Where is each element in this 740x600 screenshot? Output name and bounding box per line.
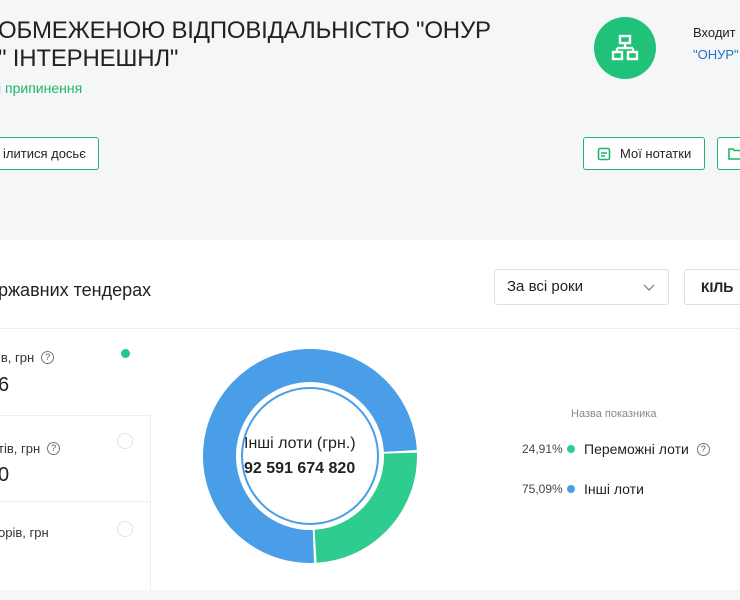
legend-item-won[interactable]: 24,91% Переможні лоти ? (522, 441, 710, 457)
help-icon[interactable]: ? (696, 442, 710, 456)
year-filter-value: За всі роки (507, 278, 583, 295)
company-title-line2: " ІНТЕРНЕШНЛ" (0, 45, 179, 72)
metric-item-third[interactable]: орів, грн (0, 501, 151, 590)
folder-button[interactable] (717, 137, 740, 170)
lots-donut-chart (203, 349, 417, 563)
legend-percent: 75,09% (522, 482, 563, 496)
donut-center-value: 92 591 674 820 (244, 460, 356, 477)
metric-radio[interactable] (117, 521, 133, 537)
legend-name: Інші лоти (584, 481, 644, 497)
legend-name: Переможні лоти (584, 441, 689, 457)
metric-label: орів, грн (0, 525, 49, 540)
note-icon (597, 147, 611, 160)
metric-label: ів, грн ? (0, 350, 55, 365)
chevron-down-icon (642, 270, 656, 317)
legend-title: Назва показника (571, 408, 657, 420)
donut-center-label: Інші лоти (грн.) (244, 435, 356, 452)
parent-group-link[interactable]: "ОНУР" (693, 47, 739, 62)
quantity-mode-button[interactable]: КІЛЬ (684, 269, 740, 305)
folder-icon (728, 148, 740, 160)
org-structure-icon (611, 34, 639, 61)
company-header: ОБМЕЖЕНОЮ ВІДПОВІДАЛЬНІСТЮ "ОНУР " ІНТЕР… (0, 0, 740, 240)
metric-item-second[interactable]: тів, грн ? 0 (0, 415, 151, 501)
metric-item-won[interactable]: ів, грн ? 6 (0, 329, 151, 411)
included-in-label: Входит (693, 25, 736, 40)
share-dossier-button[interactable]: ілитися досьє (0, 137, 99, 170)
legend-percent: 24,91% (522, 442, 563, 456)
metric-label: тів, грн ? (0, 441, 61, 456)
help-icon[interactable]: ? (47, 442, 61, 455)
year-filter-select[interactable]: За всі роки (494, 269, 669, 305)
company-title-line1: ОБМЕЖЕНОЮ ВІДПОВІДАЛЬНІСТЮ "ОНУР (0, 17, 491, 44)
metric-value: 0 (0, 464, 10, 486)
company-status: і припинення (0, 80, 83, 96)
legend-dot-blue (567, 485, 575, 493)
company-title: ОБМЕЖЕНОЮ ВІДПОВІДАЛЬНІСТЮ "ОНУР " ІНТЕР… (0, 17, 491, 73)
legend-dot-green (567, 445, 575, 453)
metric-radio-selected[interactable] (121, 349, 130, 358)
help-icon[interactable]: ? (41, 351, 55, 364)
group-structure-badge[interactable] (594, 17, 656, 79)
legend-item-other[interactable]: 75,09% Інші лоти (522, 481, 644, 497)
metric-value: 6 (0, 374, 10, 396)
donut-inner-ring (241, 387, 379, 525)
my-notes-label: Мої нотатки (620, 146, 692, 161)
my-notes-button[interactable]: Мої нотатки (583, 137, 705, 170)
metric-radio[interactable] (117, 433, 133, 449)
tenders-card-title: ржавних тендерах (0, 280, 152, 300)
